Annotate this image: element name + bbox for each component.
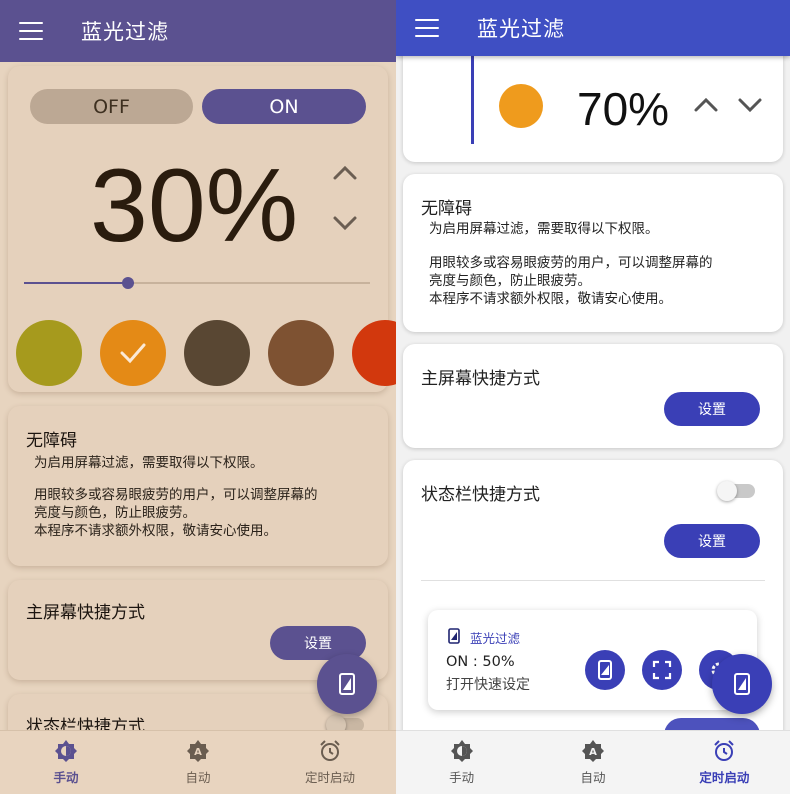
accessibility-card: 无障碍 为启用屏幕过滤，需要取得以下权限。 用眼较多或容易眼疲劳的用户，可以调整… [403, 174, 783, 332]
home-shortcut-title: 主屏幕快捷方式 [421, 369, 540, 389]
left-screen: 蓝光过滤 OFF ON 30% 无障碍 为启用屏幕过滤，需要取得以下权限。 用眼… [0, 0, 396, 794]
home-shortcut-set-button[interactable]: 设置 [664, 392, 760, 426]
accessibility-description-line: 用眼较多或容易眼疲劳的用户，可以调整屏幕的 [34, 487, 318, 503]
brightness-auto-icon: A [581, 740, 604, 762]
chevron-down-icon[interactable] [737, 94, 762, 116]
chevron-up-icon[interactable] [693, 94, 718, 116]
phone-filter-icon [598, 660, 612, 680]
accessibility-title: 无障碍 [26, 431, 77, 451]
nav-tab-label: 手动 [53, 770, 79, 785]
accessibility-permission-text: 为启用屏幕过滤，需要取得以下权限。 [34, 455, 264, 471]
color-swatch[interactable] [100, 320, 166, 386]
color-swatch[interactable] [184, 320, 250, 386]
home-shortcut-card: 主屏幕快捷方式 设置 [403, 344, 783, 448]
accessibility-title: 无障碍 [421, 199, 472, 219]
notification-subtitle: 打开快速设定 [446, 677, 530, 693]
statusbar-shortcut-title: 状态栏快捷方式 [421, 485, 540, 505]
filter-slider-track-active[interactable] [24, 282, 134, 284]
svg-text:A: A [589, 747, 597, 758]
accessibility-description-line: 本程序不请求额外权限，敬请安心使用。 [429, 291, 672, 307]
toggle-off-button[interactable]: OFF [30, 89, 193, 124]
statusbar-shortcut-switch[interactable] [717, 481, 755, 501]
brightness-half-icon [55, 740, 77, 762]
color-swatch[interactable] [268, 320, 334, 386]
app-title: 蓝光过滤 [477, 17, 565, 41]
toggle-on-button[interactable]: ON [202, 89, 366, 124]
phone-filter-icon [448, 628, 460, 644]
phone-filter-icon [734, 673, 750, 695]
accessibility-card: 无障碍 为启用屏幕过滤，需要取得以下权限。 用眼较多或容易眼疲劳的用户，可以调整… [8, 406, 388, 566]
menu-icon[interactable] [415, 19, 439, 37]
nav-tab-label: 自动 [185, 770, 211, 785]
chevron-up-icon[interactable] [332, 162, 357, 184]
filter-color-indicator [499, 84, 543, 128]
alarm-clock-icon [320, 740, 340, 761]
brightness-half-icon [450, 740, 473, 762]
notification-filter-button[interactable] [585, 650, 625, 690]
color-swatch[interactable] [16, 320, 82, 386]
nav-tab-manual[interactable]: 手动 [396, 731, 527, 794]
accessibility-permission-text: 为启用屏幕过滤，需要取得以下权限。 [429, 221, 659, 237]
statusbar-shortcut-set-button[interactable]: 设置 [664, 524, 760, 558]
nav-tab-label: 定时启动 [304, 770, 355, 785]
nav-tab-auto[interactable]: A 自动 [527, 731, 658, 794]
chevron-down-icon[interactable] [332, 212, 357, 234]
right-screen: 蓝光过滤 70% 无障碍 为启用屏幕过滤，需要取得以下权限。 用眼较多或容易眼疲… [396, 0, 790, 794]
brightness-auto-icon: A [187, 740, 209, 762]
accessibility-description-line: 用眼较多或容易眼疲劳的用户，可以调整屏幕的 [429, 255, 713, 271]
accessibility-description-line: 本程序不请求额外权限，敬请安心使用。 [34, 523, 277, 539]
filter-percent-value: 30% [90, 148, 299, 264]
fullscreen-icon [652, 660, 672, 680]
menu-icon[interactable] [19, 22, 43, 40]
nav-tab-label: 手动 [449, 770, 475, 785]
notification-preview: 蓝光过滤 ON : 50% 打开快速设定 [428, 610, 757, 710]
quick-toggle-fab[interactable] [317, 654, 377, 714]
notification-fullscreen-button[interactable] [642, 650, 682, 690]
filter-slider-thumb[interactable] [121, 277, 134, 289]
nav-tab-label: 定时启动 [699, 770, 750, 785]
app-bar: 蓝光过滤 [396, 0, 790, 56]
accessibility-description-line: 亮度与颜色，防止眼疲劳。 [34, 505, 196, 521]
nav-tab-manual[interactable]: 手动 [0, 731, 132, 794]
bottom-navigation: 手动 A 自动 定时启动 [0, 730, 396, 794]
nav-tab-auto[interactable]: A 自动 [132, 731, 264, 794]
app-bar: 蓝光过滤 [0, 0, 396, 62]
svg-text:A: A [194, 747, 202, 758]
notification-app-name: 蓝光过滤 [470, 631, 521, 646]
app-title: 蓝光过滤 [81, 20, 169, 44]
checkmark-icon [120, 343, 146, 364]
filter-slider-track-inactive[interactable] [134, 282, 370, 284]
notification-status: ON : 50% [446, 654, 515, 670]
nav-tab-timer[interactable]: 定时启动 [659, 731, 790, 794]
quick-toggle-fab[interactable] [712, 654, 772, 714]
phone-filter-icon [339, 673, 355, 695]
divider [421, 580, 765, 581]
nav-tab-timer[interactable]: 定时启动 [264, 731, 396, 794]
nav-tab-label: 自动 [580, 770, 606, 785]
filter-percent-value: 70% [577, 83, 670, 135]
bottom-navigation: 手动 A 自动 定时启动 [396, 730, 790, 794]
accessibility-description-line: 亮度与颜色，防止眼疲劳。 [429, 273, 591, 289]
alarm-clock-icon [714, 740, 735, 761]
schedule-timeline-line [471, 56, 474, 144]
home-shortcut-title: 主屏幕快捷方式 [26, 603, 145, 623]
